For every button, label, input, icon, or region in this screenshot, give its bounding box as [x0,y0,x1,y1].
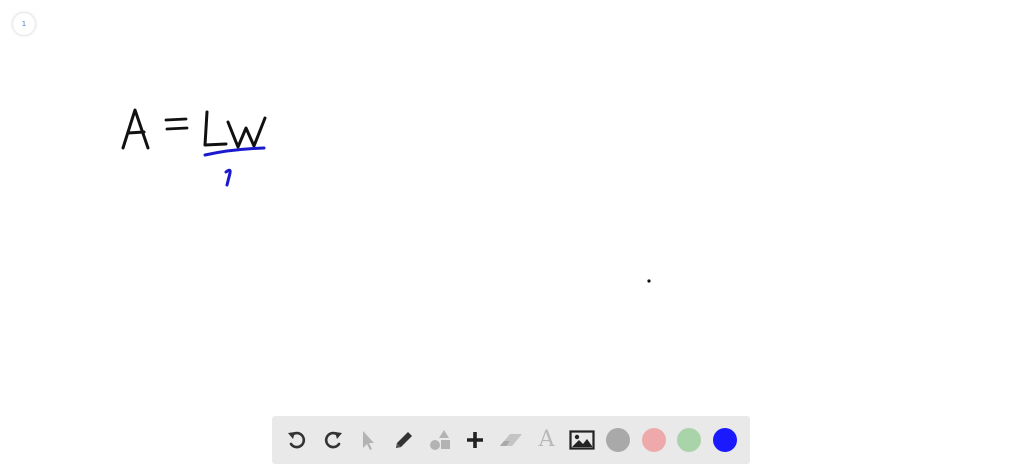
undo-button[interactable] [282,425,312,455]
text-button[interactable]: A [532,425,562,455]
color-blue-button[interactable] [710,425,740,455]
pencil-icon [395,432,412,448]
redo-icon [324,431,342,449]
color-swatch-blue [712,428,737,452]
handwritten-letter-a [121,108,150,150]
handwritten-letter-w [226,116,267,149]
ink-dot [647,279,651,283]
handwritten-equals [164,117,189,131]
color-swatch-green [677,428,702,452]
plus-icon [467,432,484,448]
redo-button[interactable] [318,425,348,455]
color-swatch-pink [641,428,666,452]
undo-icon [288,431,306,449]
select-pointer-icon [363,431,375,450]
shapes-button[interactable] [425,425,455,455]
color-gray-button[interactable] [603,425,633,455]
drawing-toolbar: A [272,416,750,464]
image-icon [569,430,595,450]
handwritten-letter-l [203,110,228,147]
blue-annotation-mark [224,168,232,187]
add-button[interactable] [460,425,490,455]
shapes-icon [429,430,450,450]
text-icon: A [538,427,555,452]
whiteboard-canvas[interactable]: 1 A [0,0,1024,470]
color-swatch-gray [605,428,630,452]
color-green-button[interactable] [674,425,704,455]
blue-underline-stroke [203,146,266,157]
insert-image-button[interactable] [567,425,597,455]
color-pink-button[interactable] [639,425,669,455]
pencil-button[interactable] [389,425,419,455]
handwriting-layer [121,108,651,283]
eraser-button[interactable] [496,425,526,455]
select-pointer-button[interactable] [353,425,383,455]
eraser-icon [499,434,522,446]
